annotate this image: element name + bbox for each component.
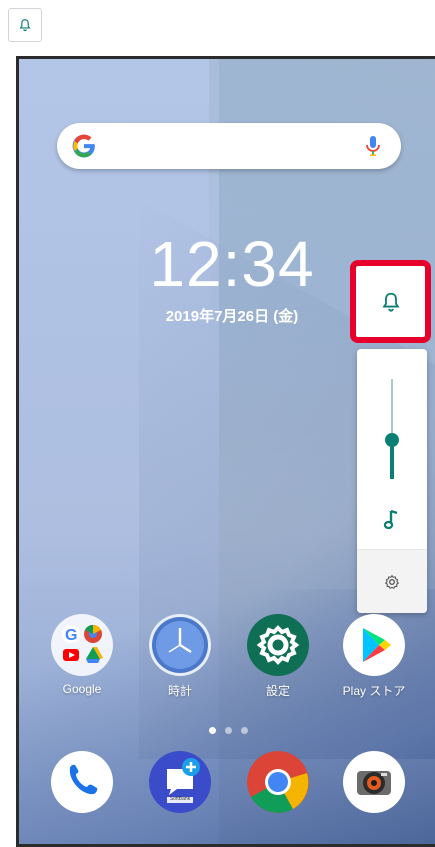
play-store-icon xyxy=(343,614,405,676)
app-clock[interactable]: 時計 xyxy=(147,614,213,699)
app-settings[interactable]: 設定 xyxy=(245,614,311,699)
music-note-icon xyxy=(357,509,427,536)
google-folder-icon: G xyxy=(51,614,113,676)
volume-slider-track[interactable] xyxy=(391,379,393,439)
settings-app-icon xyxy=(247,614,309,676)
microphone-icon[interactable] xyxy=(365,135,381,157)
dock-camera[interactable] xyxy=(341,751,407,813)
bell-icon-button[interactable] xyxy=(8,8,42,42)
google-g-icon xyxy=(72,134,95,158)
dock-phone[interactable] xyxy=(49,751,115,813)
page-dot-active xyxy=(209,727,216,734)
volume-settings-button[interactable] xyxy=(357,550,427,613)
bell-icon xyxy=(381,292,400,312)
softbank-message-icon: SoftBank xyxy=(149,751,211,813)
app-label: 設定 xyxy=(265,684,290,698)
page-indicator xyxy=(205,727,265,737)
chrome-icon xyxy=(247,751,309,813)
camera-icon xyxy=(343,751,405,813)
app-label: Play ストア xyxy=(342,684,406,698)
app-label: Google xyxy=(62,682,102,696)
app-play-store[interactable]: Play ストア xyxy=(341,614,407,699)
dock-softbank-messenger[interactable]: SoftBank xyxy=(147,751,213,813)
ringer-mode-button[interactable] xyxy=(350,260,431,343)
google-search-bar[interactable] xyxy=(57,123,401,169)
page-dot xyxy=(241,727,248,734)
clock-time[interactable]: 12:34 xyxy=(137,229,327,299)
app-label: 時計 xyxy=(167,684,192,698)
app-google-folder[interactable]: G Google xyxy=(49,614,115,696)
clock-app-icon xyxy=(149,614,211,676)
volume-panel xyxy=(357,349,427,613)
bell-icon xyxy=(19,19,31,32)
phone-icon xyxy=(51,751,113,813)
volume-slider-thumb[interactable] xyxy=(385,433,399,447)
svg-text:G: G xyxy=(65,627,77,644)
softbank-label: SoftBank xyxy=(169,796,191,802)
clock-date[interactable]: 2019年7月26日 (金) xyxy=(137,305,327,326)
gear-icon xyxy=(384,574,400,589)
page-dot xyxy=(225,727,232,734)
phone-screen: 12:34 2019年7月26日 (金) G Google 時計 設定 Play… xyxy=(16,56,435,847)
dock-chrome[interactable] xyxy=(245,751,311,813)
